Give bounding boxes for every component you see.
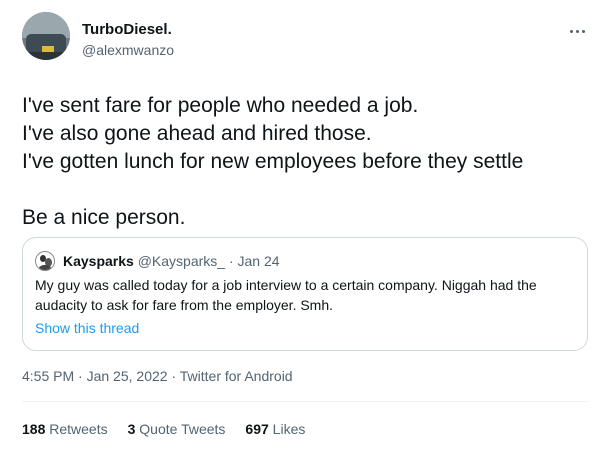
avatar-ground: [22, 52, 70, 60]
quoted-text-line: My guy was called today for a job interv…: [35, 277, 537, 293]
tweet-source[interactable]: Twitter for Android: [180, 368, 293, 384]
more-options-icon[interactable]: [566, 24, 588, 38]
author-handle[interactable]: @alexmwanzo: [82, 42, 174, 58]
show-thread-link[interactable]: Show this thread: [35, 320, 139, 336]
tweet-card: TurboDiesel. @alexmwanzo I've sent fare …: [0, 0, 616, 461]
retweets-label: Retweets: [45, 421, 108, 437]
retweets-stat[interactable]: 188 Retweets: [22, 421, 108, 437]
divider: [22, 401, 588, 402]
tweet-date[interactable]: Jan 25, 2022: [87, 368, 168, 384]
tweet-line: I've also gone ahead and hired those.: [22, 122, 372, 145]
tweet-text: I've sent fare for people who needed a j…: [22, 92, 602, 232]
tweet-stats: 188 Retweets 3 Quote Tweets 697 Likes: [22, 421, 305, 437]
tweet-line: I've sent fare for people who needed a j…: [22, 94, 419, 117]
quoted-text: My guy was called today for a job interv…: [35, 275, 580, 315]
tweet-line: I've gotten lunch for new employees befo…: [22, 150, 524, 173]
quoted-tweet[interactable]: Kaysparks @Kaysparks_ · Jan 24 My guy wa…: [22, 237, 588, 351]
timestamp-separator: ·: [167, 368, 180, 384]
quote-tweets-label: Quote Tweets: [135, 421, 226, 437]
quoted-header: Kaysparks @Kaysparks_ · Jan 24: [63, 253, 280, 269]
tweet-time[interactable]: 4:55 PM: [22, 368, 74, 384]
quoted-text-line: audacity to ask for fare from the employ…: [35, 297, 334, 313]
quote-tweets-stat[interactable]: 3 Quote Tweets: [128, 421, 226, 437]
tweet-closing: Be a nice person.: [22, 206, 186, 229]
retweets-count: 188: [22, 421, 46, 437]
likes-stat[interactable]: 697 Likes: [245, 421, 305, 437]
timestamp-separator: ·: [74, 368, 87, 384]
tweet-timestamp: 4:55 PM · Jan 25, 2022 · Twitter for And…: [22, 368, 293, 384]
author-name[interactable]: TurboDiesel.: [82, 21, 172, 38]
likes-count: 697: [245, 421, 269, 437]
quoted-author-name: Kaysparks: [63, 253, 134, 269]
author-avatar[interactable]: [22, 12, 70, 60]
likes-label: Likes: [268, 421, 306, 437]
quoted-meta: @Kaysparks_ · Jan 24: [137, 253, 280, 269]
quoted-avatar: [35, 251, 55, 271]
